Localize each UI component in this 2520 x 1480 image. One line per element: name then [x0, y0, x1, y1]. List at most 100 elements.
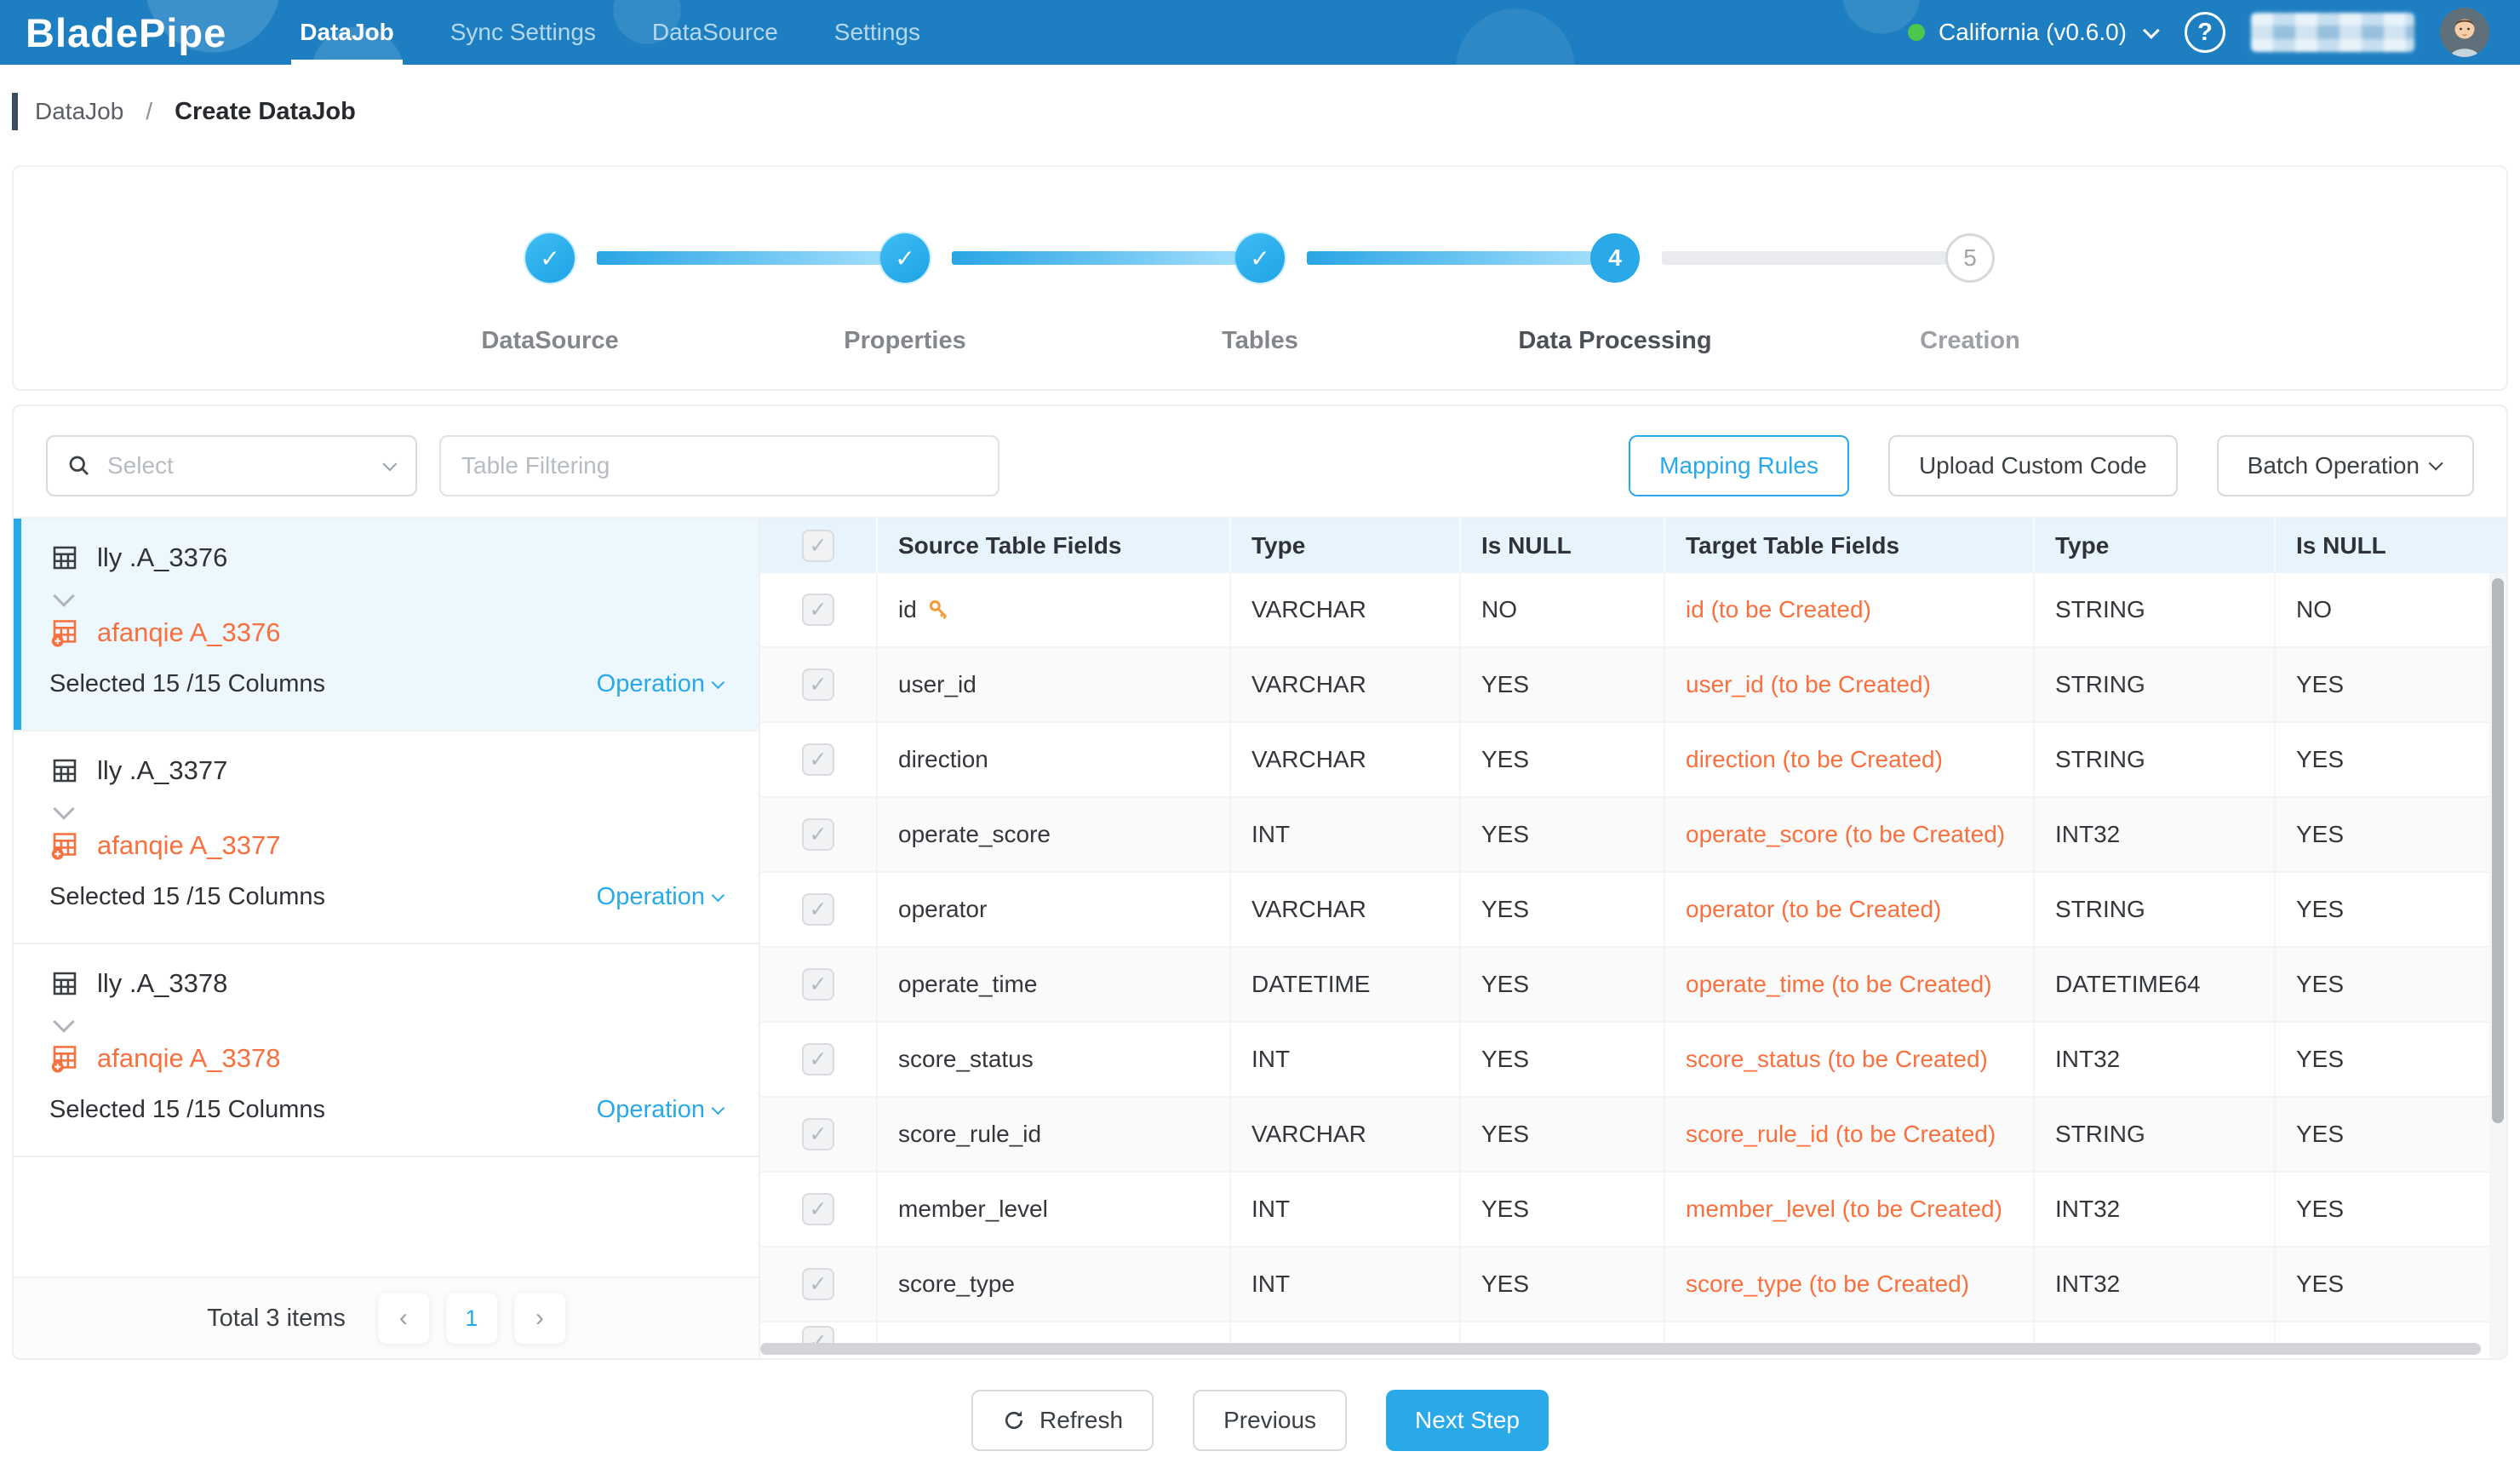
row-checkbox[interactable]: [802, 743, 834, 776]
target-field-null: YES: [2276, 648, 2506, 721]
step-label-data-processing: Data Processing: [1436, 327, 1794, 355]
horizontal-scrollbar[interactable]: [760, 1343, 2481, 1355]
source-field-name: operator: [898, 896, 987, 923]
source-field-name: score_rule_id: [898, 1121, 1041, 1148]
target-field-null: YES: [2276, 948, 2506, 1021]
step-connector-1: [597, 251, 882, 265]
row-checkbox[interactable]: [802, 968, 834, 1001]
primary-key-icon: [927, 598, 951, 622]
batch-operation-label: Batch Operation: [2248, 452, 2420, 479]
target-field-null: YES: [2276, 1023, 2506, 1096]
nav-right-group: California (v0.6.0) ?: [1908, 8, 2489, 57]
breadcrumb-separator: /: [146, 98, 152, 125]
source-field-null: YES: [1461, 1023, 1665, 1096]
source-field-name: member_level: [898, 1196, 1048, 1223]
table-select-dropdown[interactable]: Select: [46, 435, 417, 496]
header-target-type: Type: [2035, 519, 2276, 573]
app-logo[interactable]: BladePipe: [26, 9, 226, 56]
source-field-type: VARCHAR: [1231, 573, 1461, 646]
table-filter-input[interactable]: [439, 435, 999, 496]
target-field-name: direction (to be Created): [1686, 743, 1943, 776]
step-connector-2: [952, 251, 1237, 265]
field-row: score_rule_id VARCHAR YES score_rule_id …: [760, 1098, 2506, 1173]
source-table-row: lly .A_3377: [49, 755, 724, 786]
row-checkbox[interactable]: [802, 594, 834, 626]
nav-item-datasource[interactable]: DataSource: [652, 0, 778, 65]
target-field-type: INT32: [2035, 1248, 2276, 1321]
row-checkbox[interactable]: [802, 1043, 834, 1076]
source-field-type: INT: [1231, 1173, 1461, 1246]
operation-menu-link[interactable]: Operation: [597, 670, 724, 698]
refresh-label: Refresh: [1040, 1407, 1123, 1434]
source-field-name: score_type: [898, 1271, 1015, 1298]
row-checkbox[interactable]: [802, 1268, 834, 1300]
next-step-button[interactable]: Next Step: [1386, 1390, 1549, 1451]
source-field-name: id: [898, 596, 917, 623]
step-circle-datasource: ✓: [525, 233, 575, 283]
content-split: lly .A_3376 afanqie A_3376: [14, 517, 2506, 1358]
selected-columns-text: Selected 15 /15 Columns: [49, 670, 325, 698]
step-label-datasource: DataSource: [371, 327, 729, 355]
expand-chevron-icon[interactable]: [53, 1011, 74, 1032]
nav-item-datajob[interactable]: DataJob: [300, 0, 393, 65]
row-checkbox[interactable]: [802, 818, 834, 851]
expand-chevron-icon[interactable]: [53, 798, 74, 819]
header-source-fields: Source Table Fields: [878, 519, 1231, 573]
source-field-null: NO: [1461, 573, 1665, 646]
target-table-row: afanqie A_3376: [49, 617, 724, 648]
target-field-name: user_id (to be Created): [1686, 668, 1931, 701]
upload-custom-code-button[interactable]: Upload Custom Code: [1888, 435, 2178, 496]
operation-label: Operation: [597, 670, 705, 698]
status-dot-icon: [1908, 24, 1925, 41]
target-field-type: INT32: [2035, 1023, 2276, 1096]
step-circle-properties: ✓: [880, 233, 930, 283]
source-field-type: INT: [1231, 1023, 1461, 1096]
target-field-type: STRING: [2035, 873, 2276, 946]
source-field-name: operate_time: [898, 971, 1037, 998]
environment-selector[interactable]: California (v0.6.0): [1908, 19, 2159, 46]
operation-menu-link[interactable]: Operation: [597, 883, 724, 911]
target-field-name: operate_time (to be Created): [1686, 968, 1992, 1001]
pagination-page-1[interactable]: 1: [446, 1293, 497, 1344]
source-field-type: VARCHAR: [1231, 873, 1461, 946]
row-checkbox[interactable]: [802, 1193, 834, 1225]
previous-button[interactable]: Previous: [1193, 1390, 1347, 1451]
target-field-type: DATETIME64: [2035, 948, 2276, 1021]
step-circle-tables: ✓: [1235, 233, 1285, 283]
target-table-add-icon: [49, 830, 80, 861]
table-pair-item: lly .A_3377 afanqie A_3377: [14, 731, 759, 944]
field-row: direction VARCHAR YES direction (to be C…: [760, 723, 2506, 798]
target-field-null: YES: [2276, 798, 2506, 871]
breadcrumb-accent-bar: [12, 93, 18, 130]
nav-item-sync-settings[interactable]: Sync Settings: [450, 0, 596, 65]
mapping-rules-button[interactable]: Mapping Rules: [1629, 435, 1849, 496]
target-field-type: STRING: [2035, 573, 2276, 646]
field-row: score_status INT YES score_status (to be…: [760, 1023, 2506, 1098]
chevron-down-icon: [382, 456, 397, 471]
refresh-button[interactable]: Refresh: [971, 1390, 1154, 1451]
panel-spacer: [14, 1157, 759, 1276]
target-table-row: afanqie A_3378: [49, 1043, 724, 1074]
source-field-type: VARCHAR: [1231, 723, 1461, 796]
batch-operation-button[interactable]: Batch Operation: [2217, 435, 2474, 496]
toolbar-actions: Mapping Rules Upload Custom Code Batch O…: [1629, 435, 2474, 496]
expand-chevron-icon[interactable]: [53, 585, 74, 606]
username-redacted: [2251, 13, 2414, 52]
row-checkbox[interactable]: [802, 1118, 834, 1150]
operation-menu-link[interactable]: Operation: [597, 1096, 724, 1124]
stepper-card: ✓ ✓ ✓ 4 5 DataSource Properties Tables D…: [12, 165, 2508, 391]
avatar[interactable]: [2440, 8, 2489, 57]
nav-item-settings[interactable]: Settings: [834, 0, 920, 65]
breadcrumb-parent[interactable]: DataJob: [35, 98, 123, 125]
chevron-down-icon: [712, 1102, 725, 1116]
pagination-prev-button[interactable]: ‹: [378, 1293, 429, 1344]
source-field-type: DATETIME: [1231, 948, 1461, 1021]
select-all-checkbox[interactable]: [802, 530, 834, 562]
vertical-scrollbar[interactable]: [2492, 578, 2504, 1123]
row-checkbox[interactable]: [802, 668, 834, 701]
table-pair-item: lly .A_3376 afanqie A_3376: [14, 519, 759, 731]
pagination-next-button[interactable]: ›: [514, 1293, 565, 1344]
field-row: score_type INT YES score_type (to be Cre…: [760, 1248, 2506, 1322]
help-icon[interactable]: ?: [2185, 12, 2225, 53]
row-checkbox[interactable]: [802, 893, 834, 926]
